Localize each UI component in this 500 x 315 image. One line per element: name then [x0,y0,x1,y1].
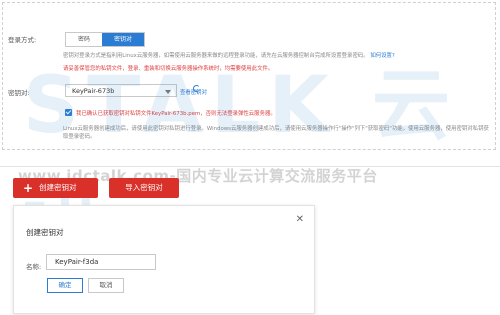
login-method-label: 登录方式: [8,36,37,44]
chevron-down-icon [165,90,171,94]
section-divider [0,166,500,167]
dialog-title: 创建密钥对 [26,228,64,237]
keypair-name-input[interactable]: KeyPair-f3da [46,254,156,270]
create-keypair-dialog: 创建密钥对 ✕ 名称: KeyPair-f3da 确定 取消 [13,205,315,314]
login-method-keypair-option[interactable]: 密钥对 [102,33,145,46]
import-keypair-button[interactable]: 导入密钥对 [109,178,179,198]
login-method-segmented-control[interactable]: 密码 密钥对 [65,32,146,47]
login-note: Linux云服务器创建成功后，请使用此密钥对私钥进行登录。Windows云服务器… [63,126,489,140]
keypair-label: 密钥对: [8,89,30,97]
login-config-panel: 登录方式: 密码 密钥对 密钥对登录方式是指利用Linux云服务器，如需使用云服… [2,2,496,263]
close-icon[interactable]: ✕ [296,214,304,225]
confirm-checkbox[interactable] [65,109,72,116]
how-to-set-link[interactable]: 如何设置? [370,53,394,59]
keypair-select[interactable]: KeyPair-673b [65,84,177,97]
login-method-description: 密钥对登录方式是指利用Linux云服务器，如需使用云服务器来做的远程登录功能，请… [63,51,395,59]
cancel-button[interactable]: 取消 [88,278,124,293]
plus-icon: + [23,181,34,195]
login-method-password-option[interactable]: 密码 [66,33,103,46]
login-method-description-text: 密钥对登录方式是指利用Linux云服务器，如需使用云服务器来做的远程登录功能，请… [63,53,369,59]
confirm-text: 我已确认已获取密钥对私钥文件KeyPair-673b.pem，否则无法登录弹性云… [76,109,276,117]
confirm-button[interactable]: 确定 [47,278,83,293]
create-keypair-button[interactable]: + 创建密钥对 [13,178,98,198]
private-key-warning: 请妥善保管您的私钥文件，登录、重装和切换云服务器操作系统时，均需要使用此文件。 [63,66,274,72]
name-label: 名称: [26,263,42,271]
refresh-icon[interactable] [193,85,200,92]
create-keypair-label: 创建密钥对 [39,183,77,192]
confirm-text-content: 我已确认已获取密钥对私钥文件KeyPair-673b.pem，否则无法登录弹性云… [76,111,276,117]
keypair-select-value: KeyPair-673b [72,87,115,95]
